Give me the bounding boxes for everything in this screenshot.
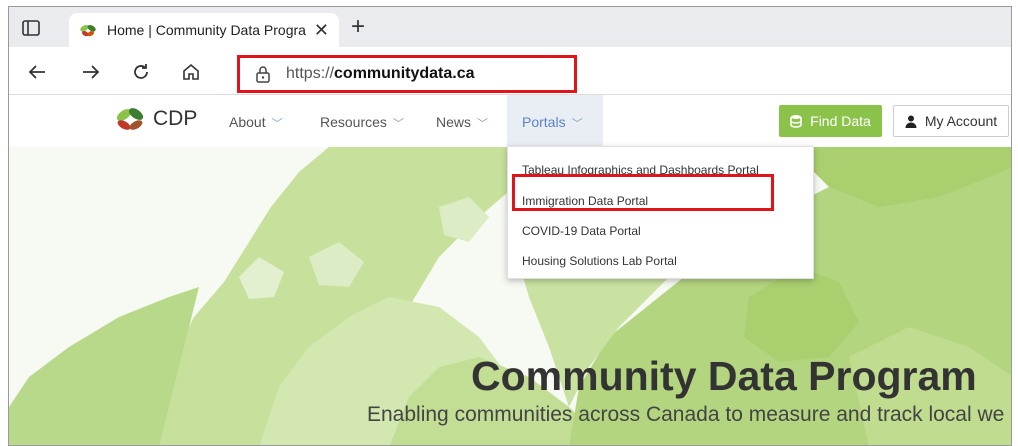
find-data-label: Find Data: [810, 113, 871, 129]
tab-title: Home | Community Data Progra: [107, 22, 306, 38]
tab-strip: Home | Community Data Progra ✕ +: [9, 7, 1011, 47]
home-icon[interactable]: [179, 61, 203, 83]
plant-icon: [80, 24, 96, 37]
find-data-button[interactable]: Find Data: [779, 105, 882, 137]
chevron-down-icon: ﹀: [477, 118, 489, 130]
plant-icon: [116, 108, 144, 130]
lock-icon: [256, 66, 270, 83]
refresh-icon[interactable]: [129, 61, 153, 83]
portals-dropdown: Tableau Infographics and Dashboards Port…: [507, 146, 814, 279]
back-icon[interactable]: [25, 61, 49, 83]
chevron-down-icon: ﹀: [571, 118, 583, 130]
my-account-button[interactable]: My Account: [893, 105, 1009, 137]
url-scheme: https://: [286, 65, 335, 82]
url-host: communitydata.ca: [334, 65, 475, 82]
browser-tab[interactable]: Home | Community Data Progra ✕: [69, 13, 339, 47]
sidebar-icon[interactable]: [19, 17, 43, 39]
nav-resources[interactable]: Resources ﹀: [320, 114, 404, 131]
chevron-down-icon: ﹀: [392, 118, 404, 130]
chevron-down-icon: ﹀: [271, 118, 283, 130]
nav-news[interactable]: News ﹀: [436, 114, 488, 131]
address-bar[interactable]: https://communitydata.ca: [237, 55, 577, 93]
nav-resources-label: Resources: [320, 114, 387, 130]
plus-icon[interactable]: +: [351, 13, 365, 41]
site-logo[interactable]: CDP: [115, 105, 197, 133]
browser-toolbar: https://communitydata.ca: [9, 47, 1011, 95]
nav-portals[interactable]: Portals ﹀: [522, 114, 583, 131]
dropdown-item-immigration[interactable]: Immigration Data Portal: [522, 194, 648, 208]
database-icon: [790, 115, 802, 128]
logo-text: CDP: [153, 107, 198, 130]
user-icon: [905, 115, 917, 128]
forward-icon[interactable]: [79, 61, 103, 83]
hero-title: Community Data Program: [471, 353, 977, 399]
nav-portals-label: Portals: [522, 114, 566, 130]
close-icon[interactable]: ✕: [314, 21, 329, 39]
nav-about[interactable]: About ﹀: [229, 114, 283, 131]
browser-window: Home | Community Data Progra ✕ + https:/…: [8, 6, 1012, 446]
nav-news-label: News: [436, 114, 472, 130]
dropdown-item-covid[interactable]: COVID-19 Data Portal: [522, 224, 641, 238]
my-account-label: My Account: [924, 113, 998, 129]
hero-subtitle: Enabling communities across Canada to me…: [367, 403, 1005, 426]
site-header: CDP About ﹀ Resources ﹀ News ﹀ Portals ﹀ Fin…: [9, 95, 1011, 147]
dropdown-item-housing[interactable]: Housing Solutions Lab Portal: [522, 254, 677, 268]
nav-about-label: About: [229, 114, 266, 130]
